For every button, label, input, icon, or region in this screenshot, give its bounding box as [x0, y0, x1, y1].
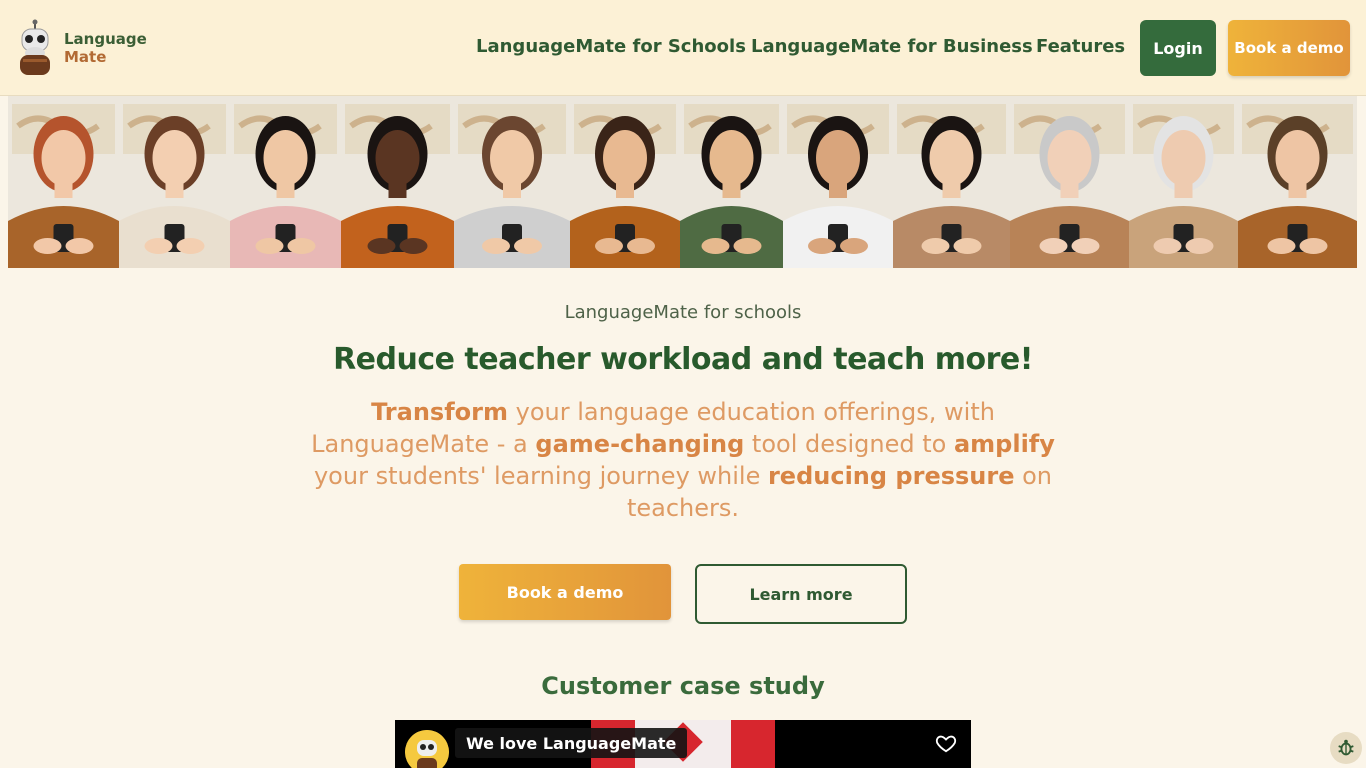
people-banner — [8, 96, 1358, 268]
login-button[interactable]: Login — [1140, 20, 1216, 76]
nav-link-features[interactable]: Features — [1036, 36, 1125, 57]
heart-icon[interactable] — [935, 732, 957, 754]
person-photo — [783, 96, 893, 268]
hero-subtext-part: tool designed to — [744, 430, 954, 458]
learn-more-button[interactable]: Learn more — [695, 564, 907, 624]
case-study-video[interactable]: We love LanguageMate — [395, 720, 971, 768]
hero-book-demo-button[interactable]: Book a demo — [459, 564, 671, 620]
robot-mascot-icon — [14, 19, 56, 77]
person-photo — [1238, 96, 1357, 268]
channel-avatar[interactable] — [405, 730, 449, 768]
case-study-title: Customer case study — [541, 672, 825, 700]
person-photo — [230, 96, 341, 268]
hero-subtext-part: amplify — [953, 430, 1055, 458]
video-title[interactable]: We love LanguageMate — [455, 728, 688, 758]
hero-subtext-part: Transform — [371, 398, 508, 426]
brand-name-line1: Language — [64, 30, 147, 48]
person-photo — [893, 96, 1010, 268]
hero-subtext-part: game-changing — [535, 430, 745, 458]
hero-kicker: LanguageMate for schools — [564, 302, 802, 323]
person-photo — [1129, 96, 1238, 268]
header-book-demo-button[interactable]: Book a demo — [1228, 20, 1350, 76]
person-photo — [454, 96, 570, 268]
hero-subtext: Transform your language education offeri… — [300, 396, 1066, 524]
person-photo — [341, 96, 454, 268]
hero-headline: Reduce teacher workload and teach more! — [333, 342, 1033, 377]
bug-icon[interactable] — [1330, 732, 1362, 764]
hero-subtext-part: reducing pressure — [767, 462, 1015, 490]
nav-link-business[interactable]: LanguageMate for Business — [751, 36, 1033, 57]
person-photo — [680, 96, 783, 268]
brand-name-line2: Mate — [64, 48, 107, 66]
person-photo — [119, 96, 230, 268]
site-header: Language Mate LanguageMate for Schools L… — [0, 0, 1366, 96]
nav-link-schools[interactable]: LanguageMate for Schools — [476, 36, 746, 57]
logo[interactable]: Language Mate — [14, 18, 154, 78]
hero-subtext-part: your students' learning journey while — [313, 462, 768, 490]
person-photo — [8, 96, 119, 268]
person-photo — [570, 96, 680, 268]
person-photo — [1010, 96, 1129, 268]
brand-name: Language Mate — [64, 30, 147, 66]
